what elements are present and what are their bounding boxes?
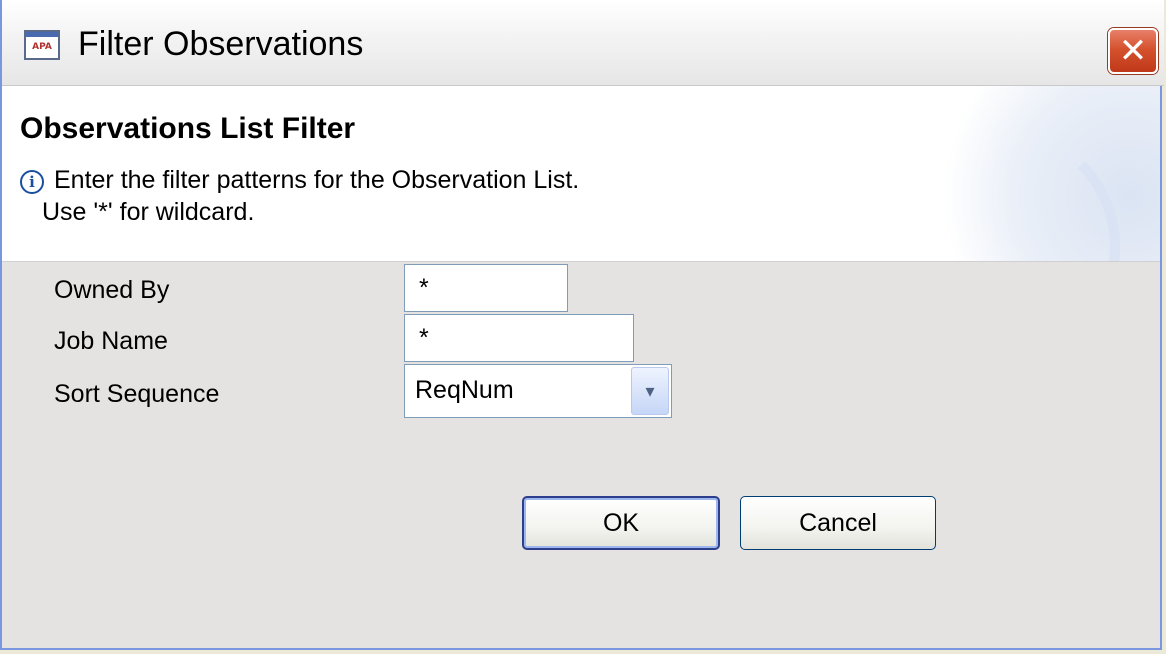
title-bar[interactable]: APA Filter Observations ✕	[2, 0, 1164, 86]
cancel-button[interactable]: Cancel	[740, 496, 936, 550]
app-icon-text: APA	[32, 42, 52, 52]
job-name-label: Job Name	[54, 327, 168, 355]
sort-sequence-select[interactable]: ReqNum ▾	[404, 364, 672, 418]
close-icon: ✕	[1118, 31, 1148, 71]
info-icon-glyph: i	[29, 173, 35, 191]
filter-observations-dialog: APA Filter Observations ✕ Observations L…	[0, 0, 1164, 650]
ok-button[interactable]: OK	[522, 496, 720, 550]
owned-by-input[interactable]	[404, 264, 568, 312]
sort-sequence-label: Sort Sequence	[54, 380, 220, 408]
info-icon: i	[20, 170, 44, 194]
app-icon: APA	[24, 30, 60, 60]
info-message-line2: Use '*' for wildcard.	[42, 198, 255, 226]
close-button[interactable]: ✕	[1108, 28, 1158, 74]
header-title: Observations List Filter	[20, 112, 356, 145]
window-title: Filter Observations	[78, 25, 364, 63]
info-message-line1: Enter the filter patterns for the Observ…	[54, 166, 580, 194]
sort-sequence-value: ReqNum	[415, 376, 514, 404]
dropdown-arrow-glyph: ▾	[645, 380, 655, 402]
chevron-down-icon[interactable]: ▾	[631, 367, 669, 415]
dialog-header: Observations List Filter i Enter the fil…	[2, 86, 1160, 262]
owned-by-label: Owned By	[54, 276, 170, 304]
job-name-input[interactable]	[404, 314, 634, 362]
